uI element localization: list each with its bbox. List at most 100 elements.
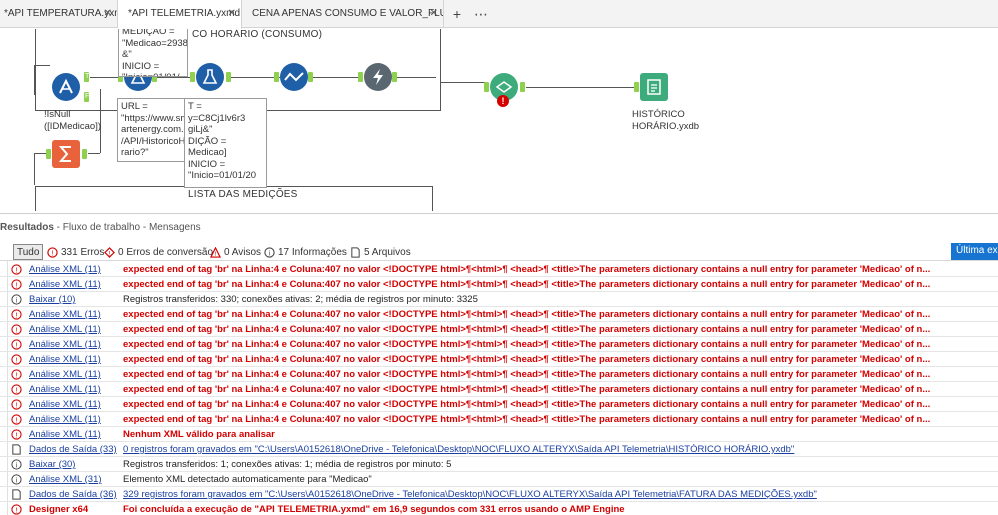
result-row[interactable]: Dados de Saída (33) 0 registros foram gra… — [0, 442, 998, 457]
close-icon[interactable]: ✕ — [430, 8, 438, 19]
connection — [34, 65, 35, 95]
result-tool-link[interactable]: Análise XML (11) — [29, 369, 101, 380]
filter-tool[interactable] — [52, 73, 80, 101]
tab-label: *API TELEMETRIA.yxmd — [128, 8, 241, 19]
close-icon[interactable]: ✕ — [228, 8, 236, 19]
result-row[interactable]: ! Análise XML (11) Nenhum XML válido para … — [0, 427, 998, 442]
lightning-icon — [373, 69, 383, 85]
result-row[interactable]: i Baixar (10) Registros transferidos: 330;… — [0, 292, 998, 307]
svg-text:i: i — [269, 250, 271, 257]
error-icon[interactable]: ! — [497, 95, 509, 107]
result-message: Elemento XML detectado automaticamente p… — [123, 474, 372, 485]
error-circle-icon: ! — [11, 264, 22, 275]
tab-cena-apenas-consumo[interactable]: CENA APENAS CONSUMO E VALOR_FLUX... ✕ — [242, 0, 444, 28]
input-anchor[interactable] — [358, 72, 363, 82]
result-row[interactable]: ! Análise XML (11) expected end of tag 'br… — [0, 382, 998, 397]
svg-text:!: ! — [15, 415, 17, 424]
result-row[interactable]: ! Análise XML (11) expected end of tag 'br… — [0, 337, 998, 352]
result-row[interactable]: ! Análise XML (11) expected end of tag 'br… — [0, 307, 998, 322]
output-anchor[interactable] — [308, 72, 313, 82]
result-tool-link[interactable]: Baixar (10) — [29, 294, 75, 305]
result-tool-link[interactable]: Análise XML (11) — [29, 279, 101, 290]
result-message: Nenhum XML válido para analisar — [123, 429, 275, 440]
result-tool-link[interactable]: Análise XML (11) — [29, 324, 101, 335]
result-row[interactable]: ! Designer x64 Foi concluída a execução de… — [0, 502, 998, 515]
file-icon — [12, 444, 21, 455]
result-tool-link[interactable]: Análise XML (11) — [29, 429, 101, 440]
result-row[interactable]: ! Análise XML (11) expected end of tag 'br… — [0, 322, 998, 337]
summarize-tool[interactable] — [52, 140, 80, 168]
error-circle-icon: ! — [11, 354, 22, 365]
info-icon: i — [11, 294, 22, 305]
formula-flask-icon — [202, 69, 218, 84]
connection — [88, 153, 100, 154]
download-tool[interactable] — [280, 63, 308, 91]
result-row[interactable]: ! Análise XML (11) expected end of tag 'br… — [0, 262, 998, 277]
output-data-tool[interactable] — [640, 73, 668, 101]
files-count: 5 Arquivos — [364, 246, 411, 258]
output-anchor[interactable] — [226, 72, 231, 82]
result-tool-link[interactable]: Baixar (30) — [29, 459, 75, 470]
result-row[interactable]: ! Análise XML (11) expected end of tag 'br… — [0, 277, 998, 292]
conversion-errors-count: 0 Erros de conversão — [118, 246, 214, 258]
result-row[interactable]: i Baixar (30) Registros transferidos: 1; c… — [0, 457, 998, 472]
result-message: expected end of tag 'br' na Linha:4 e Co… — [123, 264, 931, 275]
input-anchor[interactable] — [190, 72, 195, 82]
result-message[interactable]: 0 registros foram gravados em "C:\Users\… — [123, 444, 973, 455]
filter-all-button[interactable]: Tudo — [13, 244, 44, 260]
result-message: Foi concluída a execução de "API TELEMET… — [123, 504, 625, 515]
result-row[interactable]: Dados de Saída (36) 329 registros foram g… — [0, 487, 998, 502]
result-row[interactable]: ! Análise XML (11) expected end of tag 'br… — [0, 367, 998, 382]
output-anchor[interactable] — [82, 149, 87, 159]
formula-note-top[interactable]: MEDIÇÃO = "Medicao=29386 &" INICIO = "In… — [118, 29, 188, 77]
result-tool-link[interactable]: Análise XML (11) — [29, 354, 101, 365]
error-circle-icon: ! — [47, 246, 58, 258]
more-tabs-button[interactable]: ⋯ — [470, 4, 492, 24]
svg-text:i: i — [16, 297, 18, 304]
warning-icon: ! — [210, 246, 221, 258]
result-tool-link[interactable]: Análise XML (11) — [29, 264, 101, 275]
error-circle-icon: ! — [11, 339, 22, 350]
tab-api-temperatura[interactable]: *API TEMPERATURA.yxmd ✕ — [0, 0, 118, 28]
result-row[interactable]: ! Análise XML (11) expected end of tag 'br… — [0, 352, 998, 367]
filter-warnings-button[interactable]: ! 0 Avisos — [210, 244, 261, 260]
formula-note-right[interactable]: T = y=C8Cj1lv6r3 giLj&" DIÇÃO = Medicao]… — [184, 98, 267, 188]
input-anchor[interactable] — [634, 82, 639, 92]
error-circle-icon: ! — [11, 369, 22, 380]
result-tool-link[interactable]: Análise XML (11) — [29, 384, 101, 395]
result-message[interactable]: 329 registros foram gravados em "C:\User… — [123, 489, 973, 500]
result-tool-link[interactable]: Análise XML (11) — [29, 339, 101, 350]
filter-errors-button[interactable]: ! 331 Erros — [47, 244, 104, 260]
filter-expression: !IsNull ([IDMedicao]) — [44, 109, 102, 132]
result-row[interactable]: ! Análise XML (11) expected end of tag 'br… — [0, 397, 998, 412]
result-tool-link[interactable]: Designer x64 — [29, 504, 88, 515]
result-tool-link[interactable]: Análise XML (11) — [29, 414, 101, 425]
result-tool-link[interactable]: Análise XML (11) — [29, 309, 101, 320]
close-icon[interactable]: ✕ — [104, 8, 112, 19]
svg-text:!: ! — [51, 248, 53, 257]
result-message: expected end of tag 'br' na Linha:4 e Co… — [123, 399, 931, 410]
tab-api-telemetria[interactable]: *API TELEMETRIA.yxmd ✕ — [118, 0, 242, 29]
result-tool-link[interactable]: Análise XML (31) — [29, 474, 102, 485]
result-tool-link[interactable]: Análise XML (11) — [29, 399, 101, 410]
result-row[interactable]: i Análise XML (31) Elemento XML detectado … — [0, 472, 998, 487]
input-anchor[interactable] — [46, 149, 51, 159]
output-anchor[interactable] — [392, 72, 397, 82]
xml-parse-tool[interactable] — [364, 63, 392, 91]
workflow-canvas[interactable]: CO HORÁRIO (CONSUMO) LISTA DAS MEDIÇÕES … — [0, 29, 998, 211]
input-anchor[interactable] — [274, 72, 279, 82]
result-message: expected end of tag 'br' na Linha:4 e Co… — [123, 279, 931, 290]
filter-files-button[interactable]: 5 Arquivos — [350, 244, 411, 260]
download-wave-icon — [284, 72, 304, 82]
result-row[interactable]: ! Análise XML (11) expected end of tag 'br… — [0, 412, 998, 427]
result-tool-link[interactable]: Dados de Saída (36) — [29, 489, 117, 500]
filter-conversion-errors-button[interactable]: ! 0 Erros de conversão — [104, 244, 213, 260]
connection — [526, 87, 636, 88]
last-execution-button[interactable]: Última exe — [951, 243, 998, 260]
add-tab-button[interactable]: + — [446, 4, 468, 24]
filter-info-button[interactable]: i 17 Informações — [264, 244, 347, 260]
formula-tool-2[interactable] — [196, 63, 224, 91]
result-tool-link[interactable]: Dados de Saída (33) — [29, 444, 117, 455]
input-anchor[interactable] — [484, 82, 489, 92]
output-anchor[interactable] — [520, 82, 525, 92]
